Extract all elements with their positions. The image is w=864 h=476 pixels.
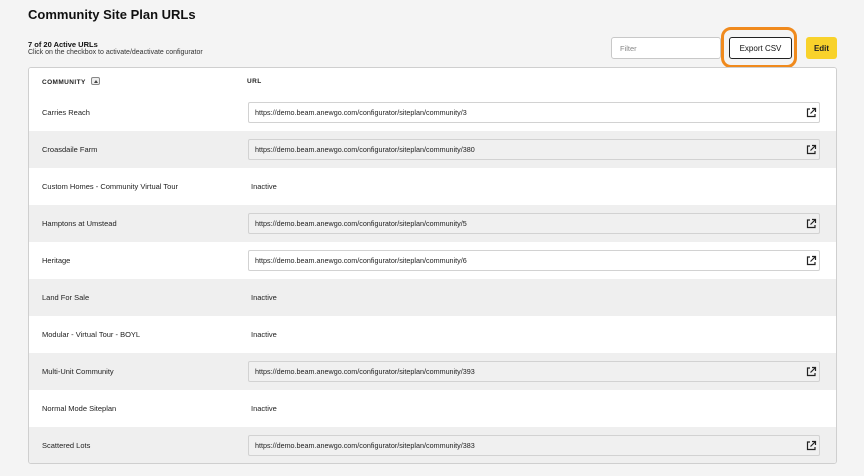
external-link-icon[interactable] bbox=[805, 365, 817, 377]
site-plan-url-field[interactable]: https://demo.beam.anewgo.com/configurato… bbox=[248, 102, 820, 123]
table-row: Normal Mode Siteplan Inactive bbox=[29, 390, 836, 427]
community-name: Multi-Unit Community bbox=[42, 367, 114, 376]
table-row: Carries Reach https://demo.beam.anewgo.co… bbox=[29, 94, 836, 131]
table-row: Modular - Virtual Tour - BOYL Inactive bbox=[29, 316, 836, 353]
site-plan-url-field[interactable]: https://demo.beam.anewgo.com/configurato… bbox=[248, 361, 820, 382]
table-row: Heritage https://demo.beam.anewgo.com/con… bbox=[29, 242, 836, 279]
community-name: Modular - Virtual Tour - BOYL bbox=[42, 330, 141, 339]
community-name: Land For Sale bbox=[42, 293, 90, 302]
inactive-status: Inactive bbox=[251, 293, 277, 302]
table-row: Land For Sale Inactive bbox=[29, 279, 836, 316]
community-name: Custom Homes - Community Virtual Tour bbox=[42, 182, 179, 191]
export-csv-button[interactable]: Export CSV bbox=[729, 37, 792, 59]
community-url-table: COMMUNITY URL Carries Reach https://demo.… bbox=[28, 67, 837, 464]
table-row: Custom Homes - Community Virtual Tour Ina… bbox=[29, 168, 836, 205]
instructions-text: Click on the checkbox to activate/deacti… bbox=[28, 49, 203, 56]
table-row: Croasdaile Farm https://demo.beam.anewgo.… bbox=[29, 131, 836, 168]
external-link-icon[interactable] bbox=[805, 106, 817, 118]
column-header-url: URL bbox=[247, 78, 262, 85]
external-link-icon[interactable] bbox=[805, 143, 817, 155]
page-title: Community Site Plan URLs bbox=[28, 7, 196, 22]
inactive-status: Inactive bbox=[251, 182, 277, 191]
column-header-community[interactable]: COMMUNITY bbox=[42, 77, 100, 86]
community-name: Heritage bbox=[42, 256, 71, 265]
table-header: COMMUNITY URL bbox=[29, 68, 836, 95]
table-row: Hamptons at Umstead https://demo.beam.ane… bbox=[29, 205, 836, 242]
external-link-icon[interactable] bbox=[805, 254, 817, 266]
inactive-status: Inactive bbox=[251, 330, 277, 339]
inactive-status: Inactive bbox=[251, 404, 277, 413]
community-name: Hamptons at Umstead bbox=[42, 219, 117, 228]
table-row: Scattered Lots https://demo.beam.anewgo.c… bbox=[29, 427, 836, 463]
community-name: Normal Mode Siteplan bbox=[42, 404, 117, 413]
site-plan-url-field[interactable]: https://demo.beam.anewgo.com/configurato… bbox=[248, 435, 820, 456]
chevron-up-icon[interactable] bbox=[90, 77, 100, 85]
external-link-icon[interactable] bbox=[805, 439, 817, 451]
community-name: Scattered Lots bbox=[42, 441, 91, 450]
community-name: Carries Reach bbox=[42, 108, 90, 117]
filter-input[interactable] bbox=[611, 37, 721, 59]
column-header-community-label: COMMUNITY bbox=[42, 78, 86, 86]
table-body: Carries Reach https://demo.beam.anewgo.co… bbox=[29, 94, 836, 463]
external-link-icon[interactable] bbox=[805, 217, 817, 229]
community-name: Croasdaile Farm bbox=[42, 145, 98, 154]
site-plan-url-field[interactable]: https://demo.beam.anewgo.com/configurato… bbox=[248, 250, 820, 271]
table-row: Multi-Unit Community https://demo.beam.an… bbox=[29, 353, 836, 390]
site-plan-url-field[interactable]: https://demo.beam.anewgo.com/configurato… bbox=[248, 139, 820, 160]
site-plan-url-field[interactable]: https://demo.beam.anewgo.com/configurato… bbox=[248, 213, 820, 234]
edit-button[interactable]: Edit bbox=[806, 37, 837, 59]
active-url-count: 7 of 20 Active URLs bbox=[28, 40, 98, 49]
